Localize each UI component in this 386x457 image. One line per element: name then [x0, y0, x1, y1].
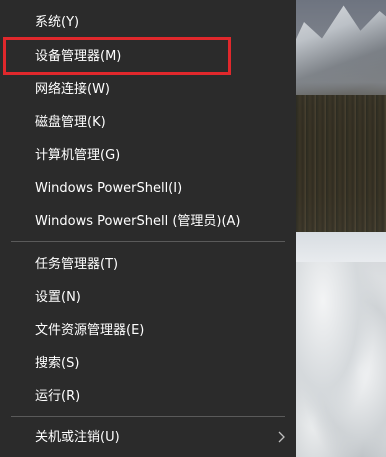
menu-item-label: 网络连接(W)	[35, 81, 110, 97]
wallpaper-mountain	[296, 5, 386, 110]
menu-separator	[11, 241, 285, 242]
menu-item-label: 磁盘管理(K)	[35, 114, 106, 130]
menu-item-run[interactable]: 运行(R)	[0, 380, 296, 412]
menu-separator	[11, 416, 285, 417]
menu-item-label: 搜索(S)	[35, 355, 80, 371]
menu-item-label: Windows PowerShell (管理员)(A)	[35, 213, 241, 229]
menu-item-device-manager[interactable]: 设备管理器(M)	[0, 40, 296, 72]
menu-item-task-manager[interactable]: 任务管理器(T)	[0, 248, 296, 280]
wallpaper-snow	[296, 262, 386, 457]
winx-context-menu: 系统(Y) 设备管理器(M) 网络连接(W) 磁盘管理(K) 计算机管理(G) …	[0, 0, 296, 457]
menu-item-label: 关机或注销(U)	[35, 429, 120, 445]
screen: 系统(Y) 设备管理器(M) 网络连接(W) 磁盘管理(K) 计算机管理(G) …	[0, 0, 386, 457]
menu-item-powershell[interactable]: Windows PowerShell(I)	[0, 172, 296, 204]
menu-item-system[interactable]: 系统(Y)	[0, 6, 296, 38]
menu-item-powershell-admin[interactable]: Windows PowerShell (管理员)(A)	[0, 205, 296, 237]
menu-item-label: 设置(N)	[35, 289, 81, 305]
menu-item-file-explorer[interactable]: 文件资源管理器(E)	[0, 314, 296, 346]
menu-item-shutdown-signout[interactable]: 关机或注销(U)	[0, 421, 296, 453]
menu-item-disk-management[interactable]: 磁盘管理(K)	[0, 106, 296, 138]
wallpaper-forest	[296, 95, 386, 245]
menu-item-computer-management[interactable]: 计算机管理(G)	[0, 139, 296, 171]
chevron-right-icon	[278, 431, 285, 443]
menu-item-label: 计算机管理(G)	[35, 147, 121, 163]
menu-item-search[interactable]: 搜索(S)	[0, 347, 296, 379]
menu-item-label: Windows PowerShell(I)	[35, 180, 183, 196]
menu-item-settings[interactable]: 设置(N)	[0, 281, 296, 313]
desktop-wallpaper	[296, 0, 386, 457]
menu-item-network-connections[interactable]: 网络连接(W)	[0, 73, 296, 105]
menu-item-label: 任务管理器(T)	[35, 256, 119, 272]
menu-item-label: 系统(Y)	[35, 14, 80, 30]
menu-item-label: 文件资源管理器(E)	[35, 322, 145, 338]
menu-item-label: 运行(R)	[35, 388, 81, 404]
wallpaper-field	[296, 232, 386, 262]
menu-item-label: 设备管理器(M)	[35, 48, 122, 64]
